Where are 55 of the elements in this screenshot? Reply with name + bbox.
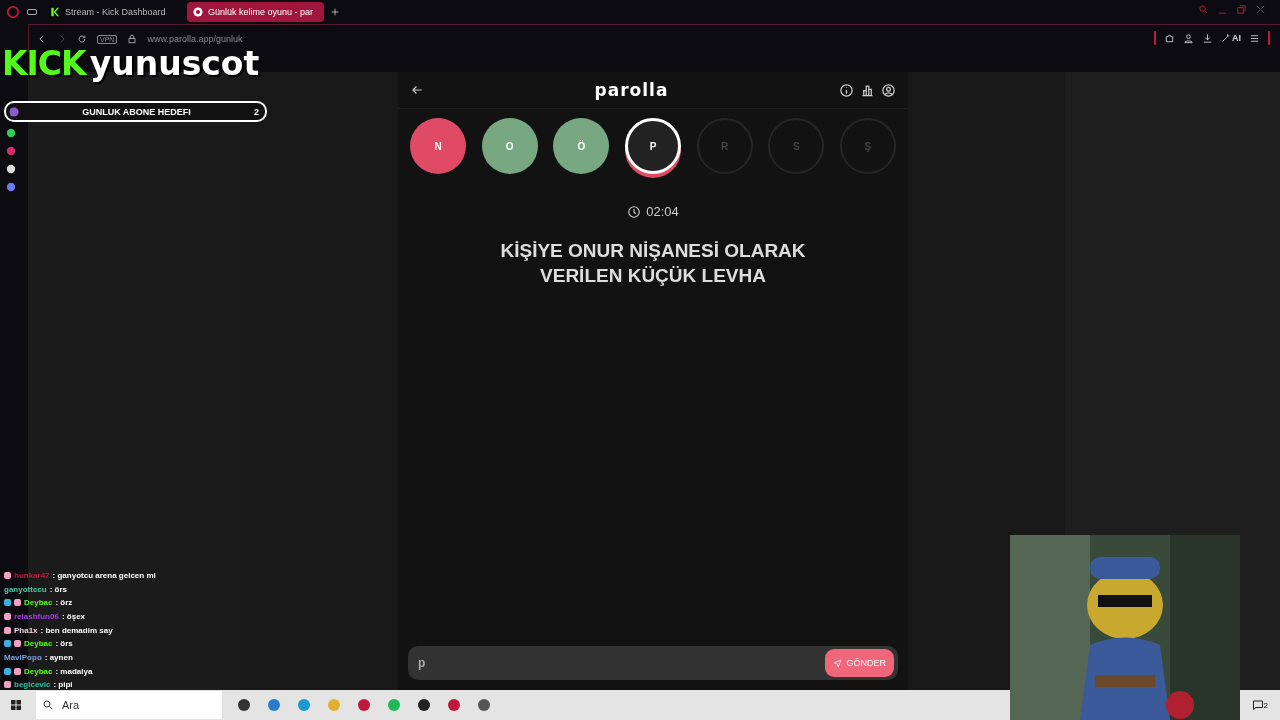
letter-circle: Ö [553, 118, 610, 174]
notification-button[interactable]: 2 [1251, 699, 1268, 711]
letter-circle: P [624, 118, 681, 174]
chat-message: : madalya [55, 666, 93, 676]
info-icon[interactable] [839, 82, 854, 98]
chat-username: Deybac [24, 598, 53, 608]
menu-icon[interactable] [1249, 32, 1260, 44]
close-icon[interactable] [1255, 4, 1266, 15]
chat-username: MaviPopo [4, 652, 42, 662]
search-icon [42, 699, 54, 711]
bar-chart-icon[interactable] [860, 82, 875, 98]
reload-icon[interactable] [77, 34, 87, 44]
windows-icon[interactable] [10, 699, 22, 711]
chat-username: Deybac [24, 666, 53, 676]
chat-message: : örs [49, 584, 67, 594]
chat-message: : öşex [61, 611, 86, 621]
chat-message: : ben demadim say [40, 625, 113, 635]
lock-icon [127, 34, 138, 44]
badge-icon [9, 106, 19, 117]
user-icon[interactable] [1183, 32, 1194, 44]
letter-circle: N [410, 118, 466, 174]
account-icon[interactable] [881, 82, 896, 98]
wand-icon [1221, 33, 1231, 43]
app-title: parolla [594, 80, 669, 100]
sub-goal-bar: GUNLUK ABONE HEDEFI 2 [4, 101, 267, 122]
letter-circle: O [481, 118, 538, 174]
download-icon[interactable] [1202, 32, 1213, 44]
chat-message: : ganyotcu arena gelcen mi [52, 570, 156, 580]
kick-logo: KICK [2, 44, 86, 84]
browser-tab[interactable]: Günlük kelime oyunu - par [187, 2, 324, 22]
site-logo-icon [193, 7, 203, 17]
ai-button[interactable]: AI [1221, 33, 1241, 43]
taskbar-search[interactable]: Ara [36, 691, 222, 719]
question-text: KİŞİYE ONUR NİŞANESİ OLARAK VERİLEN KÜÇÜK LEVHA [500, 240, 806, 286]
chat-username: ganyottccu [4, 584, 47, 594]
send-icon [833, 658, 843, 668]
back-arrow-icon[interactable] [410, 83, 424, 97]
clock-icon [627, 204, 642, 219]
channel-name: yunuscot [89, 44, 260, 84]
chat-message: : örz [55, 598, 73, 608]
timer-text: 02:04 [646, 204, 679, 219]
new-tab-icon[interactable] [330, 7, 340, 17]
gamepad-icon[interactable] [26, 6, 38, 18]
browser-tab[interactable]: Stream - Kick Dashboard [44, 2, 181, 22]
chat-username: Pha1x [14, 625, 38, 635]
chat-message: : örs [55, 639, 73, 649]
chat-username: hunkar47 [14, 570, 50, 580]
message-icon [1251, 699, 1264, 711]
chat-message: : pipi [53, 680, 73, 690]
chat-username: Deybac [24, 639, 53, 649]
chat-username: relashfun06 [14, 611, 59, 621]
chat-username: begicevic [14, 680, 51, 690]
k-logo-icon [50, 7, 60, 17]
address-field[interactable]: www.parolla.app/gunluk [147, 34, 243, 44]
chat-message: : aynen [44, 652, 73, 662]
